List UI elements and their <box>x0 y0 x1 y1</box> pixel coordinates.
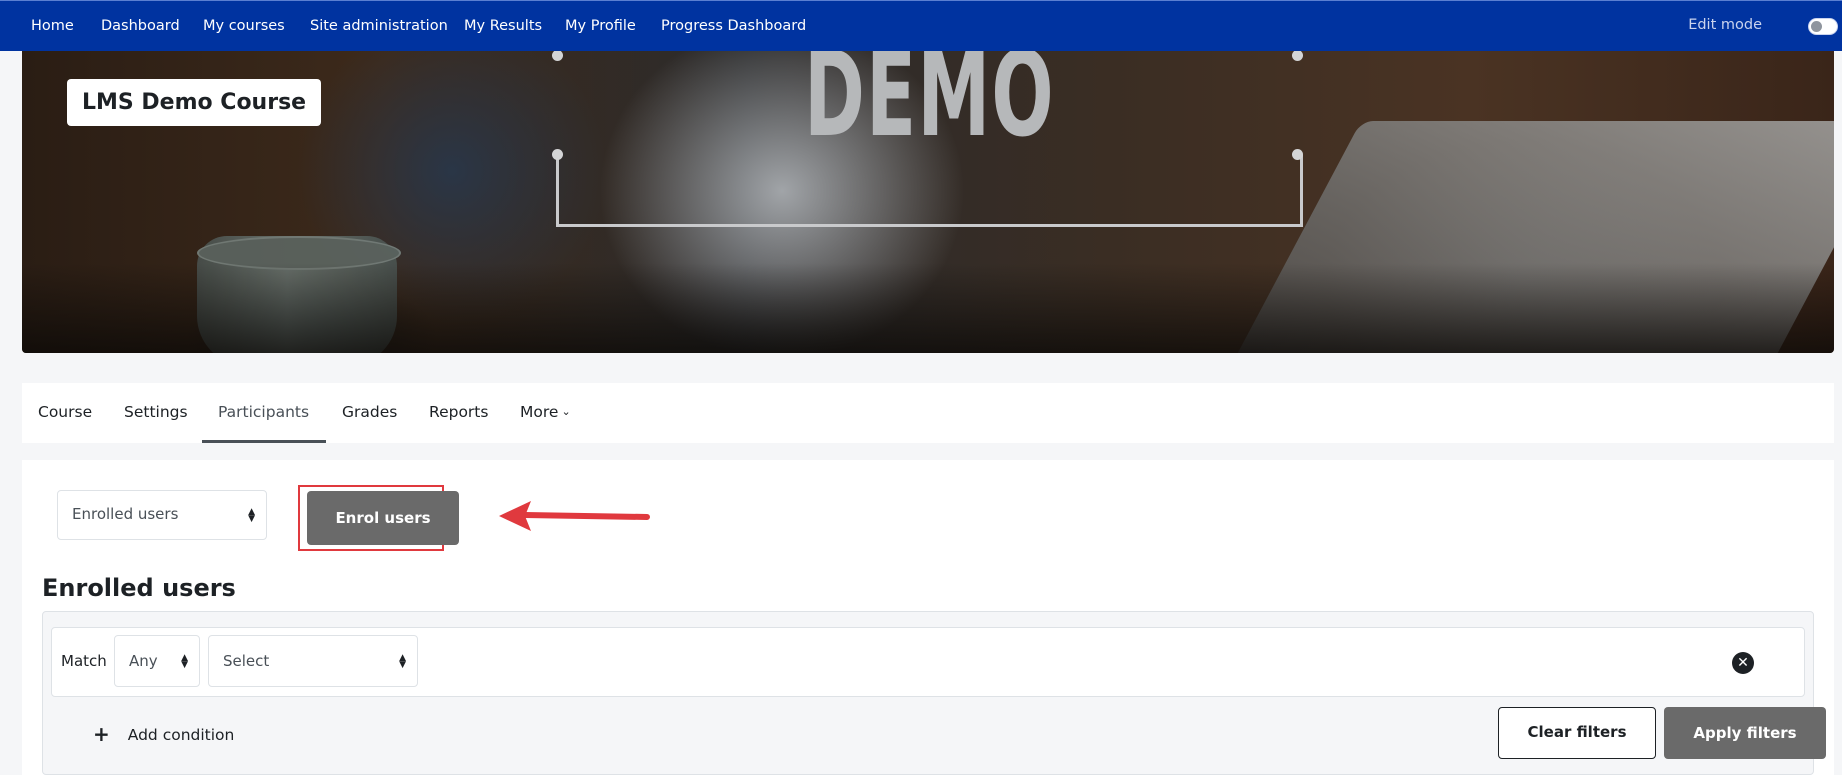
clear-filters-button[interactable]: Clear filters <box>1498 707 1656 759</box>
demo-logo-text: DEMO <box>804 51 1055 163</box>
select-arrows-icon: ▲ ▼ <box>181 653 188 670</box>
select-arrows-icon: ▲ ▼ <box>399 653 406 670</box>
nav-my-profile-link[interactable]: My Profile <box>565 18 636 34</box>
tab-grades[interactable]: Grades <box>342 403 397 421</box>
filter-condition-row: Match Any ▲ ▼ Select ▲ ▼ ✕ <box>51 627 1805 697</box>
annotation-arrow-icon <box>499 501 650 531</box>
demo-logo-dot <box>1292 51 1303 61</box>
apply-filters-button[interactable]: Apply filters <box>1664 707 1826 759</box>
plus-icon: + <box>93 722 110 746</box>
tab-course[interactable]: Course <box>38 403 92 421</box>
filter-panel: Match Any ▲ ▼ Select ▲ ▼ ✕ + Add condition … <box>42 611 1826 775</box>
nav-home-link[interactable]: Home <box>31 18 74 34</box>
active-tab-indicator <box>202 440 326 443</box>
demo-logo-dot <box>1292 149 1303 160</box>
demo-logo-dot <box>552 51 563 61</box>
chevron-down-icon: ⌄ <box>561 405 571 418</box>
add-condition-label: Add condition <box>127 726 235 744</box>
banner-shade <box>22 263 1834 353</box>
condition-type-value: Select <box>223 652 270 670</box>
course-secondary-nav: Course Settings Participants Grades Repo… <box>22 383 1834 443</box>
tab-reports[interactable]: Reports <box>429 403 488 421</box>
tab-participants[interactable]: Participants <box>218 403 309 421</box>
demo-logo: DEMO <box>552 51 1303 227</box>
enrol-users-button[interactable]: Enrol users <box>307 491 459 545</box>
select-arrows-icon: ▲ ▼ <box>248 507 255 524</box>
participants-page-select-value: Enrolled users <box>72 505 179 523</box>
nav-my-courses-link[interactable]: My courses <box>203 18 285 34</box>
condition-type-select[interactable]: Select ▲ ▼ <box>208 635 418 687</box>
edit-mode-label: Edit mode <box>1688 17 1762 33</box>
demo-logo-dot <box>552 149 563 160</box>
edit-mode-toggle[interactable] <box>1808 18 1838 35</box>
demo-logo-bracket <box>556 155 1303 227</box>
nav-dashboard-link[interactable]: Dashboard <box>101 18 180 34</box>
participants-page-select[interactable]: Enrolled users ▲ ▼ <box>57 490 267 540</box>
participants-main-region: Enrolled users ▲ ▼ Enrol users Enrolled u… <box>22 460 1834 775</box>
tab-more[interactable]: More ⌄ <box>520 403 571 421</box>
section-heading-enrolled-users: Enrolled users <box>42 574 236 602</box>
top-navbar: Home Dashboard My courses Site administr… <box>0 0 1842 51</box>
nav-my-results-link[interactable]: My Results <box>464 18 542 34</box>
tab-settings[interactable]: Settings <box>124 403 188 421</box>
tab-more-label: More <box>520 403 559 421</box>
nav-site-administration-link[interactable]: Site administration <box>310 18 448 34</box>
add-condition-button[interactable]: + Add condition <box>93 722 234 746</box>
nav-progress-dashboard-link[interactable]: Progress Dashboard <box>661 18 806 34</box>
match-type-value: Any <box>129 652 158 670</box>
match-type-select[interactable]: Any ▲ ▼ <box>114 635 200 687</box>
match-label: Match <box>61 652 107 670</box>
course-title: LMS Demo Course <box>67 79 322 126</box>
remove-condition-icon[interactable]: ✕ <box>1732 652 1754 674</box>
